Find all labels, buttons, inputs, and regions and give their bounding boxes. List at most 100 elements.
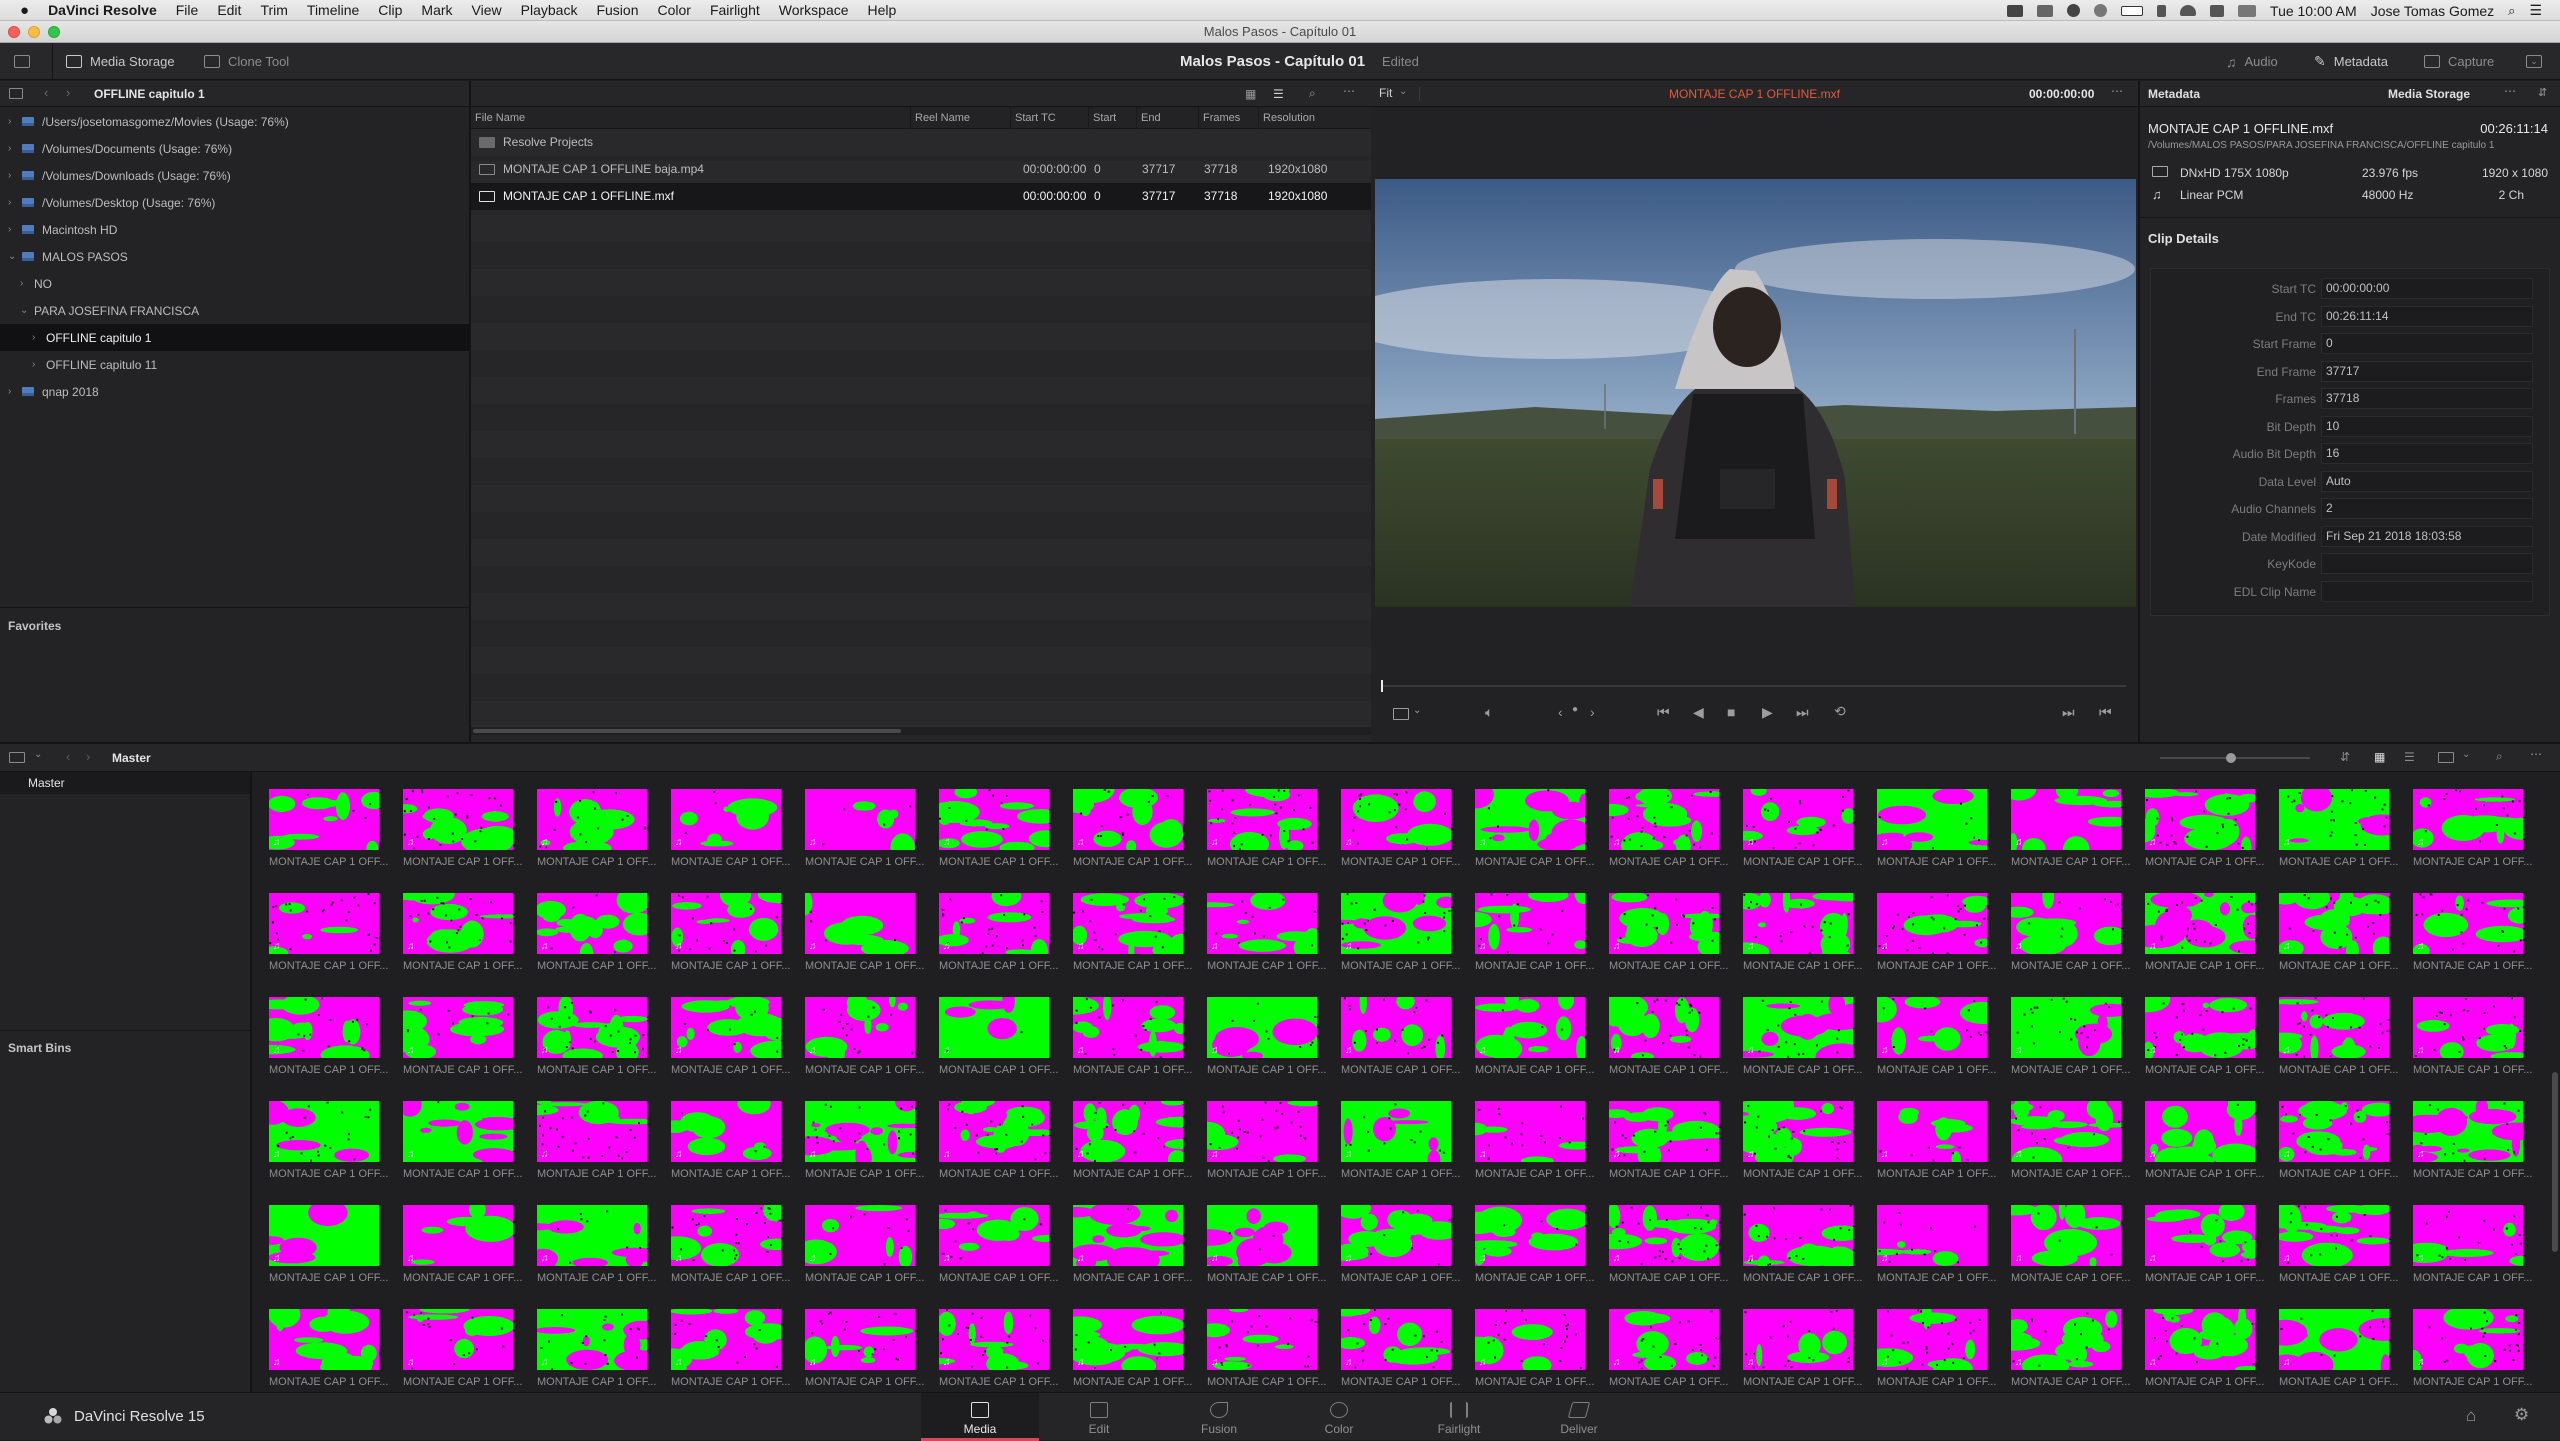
page-tab-edit[interactable]: Edit — [1040, 1393, 1158, 1441]
tree-item[interactable]: › OFFLINE capitulo 1 — [0, 324, 469, 351]
page-tab-fairlight[interactable]: Fairlight — [1400, 1393, 1518, 1441]
clip-thumbnail[interactable]: ♫ — [671, 997, 781, 1058]
window-minimize-button[interactable] — [28, 26, 40, 38]
jog-right-icon[interactable]: › — [1590, 704, 1595, 720]
nav-back-icon[interactable]: ‹ — [66, 749, 70, 764]
menu-mark[interactable]: Mark — [421, 2, 452, 18]
nav-back-icon[interactable]: ‹ — [44, 85, 48, 100]
clip-thumbnail[interactable]: ♫ — [1207, 1101, 1317, 1162]
clip-thumbnail[interactable]: ♫ — [1341, 1205, 1451, 1266]
clip-thumbnail[interactable]: ♫ — [2011, 893, 2121, 954]
slider-knob[interactable] — [2226, 753, 2236, 763]
clip-thumbnail[interactable]: ♫ — [671, 1309, 781, 1370]
clip-thumbnail[interactable]: ♫ — [2279, 789, 2389, 850]
panel-toggle-button[interactable] — [14, 43, 30, 80]
clip-thumbnail[interactable]: ♫ — [2145, 893, 2255, 954]
list-view-icon[interactable]: ☰ — [2404, 750, 2415, 764]
clip-thumbnail[interactable]: ♫ — [2413, 1205, 2523, 1266]
clip-thumbnail[interactable]: ♫ — [1073, 893, 1183, 954]
clip-thumbnail[interactable]: ♫ — [2279, 1309, 2389, 1370]
clip-thumbnail[interactable]: ♫ — [2279, 1205, 2389, 1266]
clip-thumbnail[interactable]: ♫ — [1475, 1309, 1585, 1370]
metadata-field-value[interactable] — [2321, 553, 2533, 574]
clip-thumbnail[interactable]: ♫ — [2145, 1309, 2255, 1370]
clip-thumbnail[interactable]: ♫ — [2145, 1101, 2255, 1162]
clone-tool-toggle[interactable]: Clone Tool — [204, 43, 289, 80]
clip-thumbnail[interactable]: ♫ — [269, 1205, 379, 1266]
battery-icon[interactable] — [2121, 5, 2144, 16]
next-clip-icon[interactable]: ⏭︎ — [2062, 704, 2075, 721]
bin-master[interactable]: Master — [0, 772, 250, 794]
go-to-start-icon[interactable]: ⏮︎ — [1657, 704, 1670, 721]
column-frames[interactable]: Frames — [1199, 107, 1259, 129]
clip-thumbnail[interactable]: ♫ — [1341, 789, 1451, 850]
clip-thumbnail[interactable]: ♫ — [1073, 1101, 1183, 1162]
clip-thumbnail[interactable]: ♫ — [2011, 1101, 2121, 1162]
clip-thumbnail[interactable]: ♫ — [1609, 1101, 1719, 1162]
clip-thumbnail[interactable]: ♫ — [2413, 1309, 2523, 1370]
cast-icon[interactable] — [2037, 4, 2054, 17]
chevron-right-icon[interactable]: › — [8, 224, 16, 235]
stop-icon[interactable]: ■ — [1727, 704, 1735, 720]
chevron-down-icon[interactable]: ⌄ — [1413, 705, 1421, 716]
clip-thumbnail[interactable]: ♫ — [537, 1205, 647, 1266]
metadata-field-value[interactable]: 0 — [2321, 333, 2533, 354]
menu-workspace[interactable]: Workspace — [779, 2, 849, 18]
thumbnail-view-icon[interactable]: ▦ — [2374, 750, 2385, 764]
apple-icon[interactable]: ● — [20, 2, 29, 19]
loop-icon[interactable]: ⟲ — [1834, 703, 1846, 720]
clip-thumbnail[interactable]: ♫ — [1207, 893, 1317, 954]
metadata-sort-icon[interactable]: ⇵ — [2538, 86, 2547, 99]
clip-thumbnail[interactable]: ♫ — [403, 789, 513, 850]
clip-thumbnail[interactable]: ♫ — [671, 893, 781, 954]
clip-thumbnail[interactable]: ♫ — [939, 1309, 1049, 1370]
metadata-field-value[interactable]: 00:26:11:14 — [2321, 305, 2533, 327]
metadata-field-value[interactable]: Fri Sep 21 2018 18:03:58 — [2321, 525, 2533, 547]
tree-item[interactable]: › Macintosh HD — [0, 216, 469, 243]
previous-clip-icon[interactable]: ⏮︎ — [2099, 704, 2112, 721]
clip-thumbnail[interactable]: ♫ — [403, 1309, 513, 1370]
clip-thumbnail[interactable]: ♫ — [403, 1205, 513, 1266]
clip-thumbnail[interactable]: ♫ — [537, 1309, 647, 1370]
clip-thumbnail[interactable]: ♫ — [537, 893, 647, 954]
clip-thumbnail[interactable]: ♫ — [2413, 1101, 2523, 1162]
clip-thumbnail[interactable]: ♫ — [1877, 1101, 1987, 1162]
menu-file[interactable]: File — [176, 2, 199, 18]
window-zoom-button[interactable] — [48, 26, 60, 38]
clip-thumbnail[interactable]: ♫ — [1743, 1205, 1853, 1266]
video-frame[interactable] — [1375, 179, 2136, 607]
clip-thumbnail[interactable]: ♫ — [1207, 1205, 1317, 1266]
scrollbar-thumb[interactable] — [473, 729, 901, 733]
metadata-panel-toggle[interactable]: ✎ Metadata — [2314, 43, 2388, 80]
chevron-right-icon[interactable]: › — [32, 332, 40, 343]
clip-thumbnail[interactable]: ♫ — [1609, 893, 1719, 954]
clip-thumbnail[interactable]: ♫ — [537, 997, 647, 1058]
menu-fairlight[interactable]: Fairlight — [710, 2, 760, 18]
notification-center-icon[interactable]: ☰ — [2529, 2, 2542, 19]
clip-thumbnail[interactable]: ♫ — [269, 789, 379, 850]
audio-panel-toggle[interactable]: ♫ Audio — [2226, 43, 2278, 80]
chevron-down-icon[interactable]: ⌄ — [8, 251, 16, 262]
clip-thumbnail[interactable]: ♫ — [1743, 1309, 1853, 1370]
clip-thumbnail[interactable]: ♫ — [1475, 893, 1585, 954]
clip-thumbnail[interactable]: ♫ — [269, 997, 379, 1058]
menu-view[interactable]: View — [472, 2, 502, 18]
column-start[interactable]: Start — [1089, 107, 1137, 129]
clip-thumbnail[interactable]: ♫ — [1073, 1205, 1183, 1266]
metadata-field-value[interactable]: 2 — [2321, 498, 2533, 519]
page-tab-fusion[interactable]: Fusion — [1160, 1393, 1278, 1441]
metadata-view-icon[interactable] — [2438, 752, 2454, 763]
chevron-right-icon[interactable]: › — [8, 143, 16, 154]
clip-thumbnail[interactable]: ♫ — [2145, 1205, 2255, 1266]
clip-thumbnail[interactable]: ♫ — [1609, 789, 1719, 850]
menu-user[interactable]: Jose Tomas Gomez — [2371, 3, 2494, 19]
sidebar-toggle-icon[interactable] — [9, 88, 23, 99]
go-to-end-icon[interactable]: ⏭︎ — [1796, 704, 1809, 721]
wifi-icon[interactable] — [2180, 5, 2197, 16]
column-start-tc[interactable]: Start TC — [1011, 107, 1089, 129]
clip-thumbnail[interactable]: ♫ — [2279, 893, 2389, 954]
bluetooth-icon[interactable] — [2157, 4, 2167, 17]
menu-color[interactable]: Color — [657, 2, 690, 18]
list-view-icon[interactable]: ☰ — [1273, 87, 1284, 101]
clip-thumbnail[interactable]: ♫ — [805, 893, 915, 954]
